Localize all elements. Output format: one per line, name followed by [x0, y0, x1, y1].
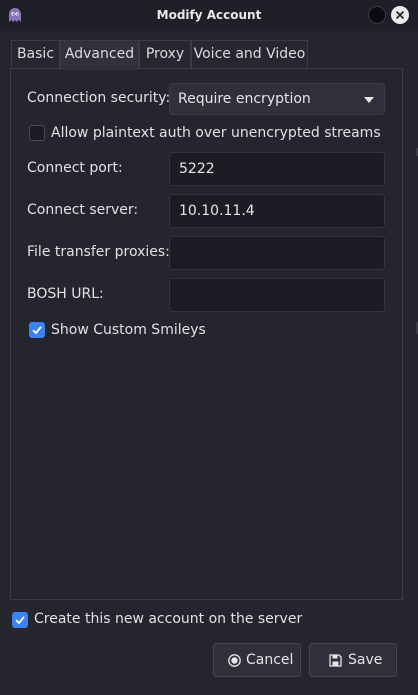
connect-server-input[interactable]: 10.10.11.4	[169, 194, 385, 228]
checkmark-icon	[15, 616, 25, 625]
tab-voice-and-video[interactable]: Voice and Video	[191, 40, 308, 69]
file-transfer-proxies-input[interactable]	[169, 236, 385, 270]
tab-proxy[interactable]: Proxy	[139, 40, 191, 69]
connection-security-label: Connection security:	[27, 90, 171, 106]
close-button[interactable]	[391, 6, 409, 24]
file-transfer-proxies-label: File transfer proxies:	[27, 244, 170, 260]
save-button-label: Save	[348, 652, 383, 668]
minimize-button[interactable]	[368, 6, 386, 24]
show-custom-smileys-label[interactable]: Show Custom Smileys	[51, 322, 206, 338]
create-account-label[interactable]: Create this new account on the server	[34, 611, 302, 627]
save-button[interactable]: Save	[309, 643, 397, 677]
connection-security-value: Require encryption	[178, 91, 311, 107]
window-title: Modify Account	[156, 8, 262, 22]
connect-port-input[interactable]: 5222	[169, 152, 385, 186]
create-account-checkbox[interactable]	[12, 612, 28, 628]
cancel-icon	[228, 654, 241, 667]
title-bar: Modify Account	[0, 0, 418, 31]
cancel-button[interactable]: Cancel	[213, 643, 301, 677]
bosh-url-input[interactable]	[169, 278, 385, 312]
cancel-button-label: Cancel	[246, 652, 294, 668]
show-custom-smileys-checkbox[interactable]	[29, 322, 45, 338]
connect-port-value: 5222	[179, 161, 215, 177]
close-icon	[395, 10, 405, 20]
chevron-down-icon	[364, 97, 374, 103]
tab-advanced[interactable]: Advanced	[60, 40, 139, 70]
allow-plaintext-label[interactable]: Allow plaintext auth over unencrypted st…	[51, 125, 381, 141]
bosh-url-label: BOSH URL:	[27, 286, 104, 302]
save-icon	[329, 654, 342, 667]
connect-port-label: Connect port:	[27, 160, 123, 176]
connection-security-select[interactable]: Require encryption	[169, 83, 385, 115]
allow-plaintext-checkbox[interactable]	[29, 125, 45, 141]
connect-server-value: 10.10.11.4	[179, 203, 255, 219]
tab-basic[interactable]: Basic	[11, 40, 60, 69]
checkmark-icon	[32, 326, 42, 335]
connect-server-label: Connect server:	[27, 202, 139, 218]
